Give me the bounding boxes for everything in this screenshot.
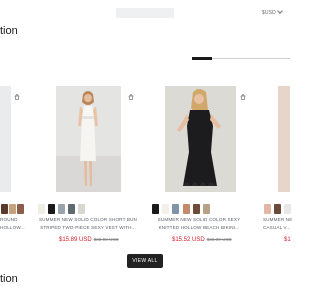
sale-price: $15.89 USD	[59, 237, 92, 243]
carousel-progress-indicator[interactable]	[192, 57, 212, 60]
color-swatch[interactable]	[48, 204, 55, 214]
product-price: $15.52 USD $33.98 USD	[172, 237, 232, 243]
color-swatch[interactable]	[172, 204, 179, 214]
color-swatches	[262, 204, 292, 215]
color-swatch[interactable]	[1, 204, 8, 214]
color-swatch[interactable]	[203, 204, 210, 214]
section-title: tion	[0, 25, 18, 37]
color-swatch[interactable]	[68, 204, 75, 214]
color-swatch[interactable]	[183, 204, 190, 214]
shopping-bag-icon[interactable]	[240, 94, 246, 100]
view-all-button[interactable]: VIEW ALL	[127, 254, 163, 268]
color-swatch[interactable]	[152, 204, 159, 214]
color-swatches	[150, 204, 212, 215]
model-photo	[165, 86, 236, 192]
color-swatch[interactable]	[264, 204, 271, 214]
product-name[interactable]: SUMMER NE CASUAL V...	[263, 216, 320, 232]
product-image[interactable]	[0, 86, 11, 192]
product-price: $15.89 USD $33.98 USD	[59, 237, 119, 243]
color-swatch[interactable]	[274, 204, 281, 214]
color-swatch[interactable]	[9, 204, 16, 214]
original-price: $33.98 USD	[93, 237, 119, 242]
currency-selector[interactable]: $USD	[261, 8, 283, 16]
product-image[interactable]	[56, 86, 121, 192]
product-image[interactable]	[165, 86, 236, 192]
currency-label: $USD	[261, 10, 276, 16]
product-name[interactable]: ROUND HOLLOW...	[0, 216, 32, 232]
product-name[interactable]: SUMMER NEW SOLID COLOR SHORT BUN STRIPED…	[33, 216, 143, 232]
color-swatches	[0, 204, 24, 215]
shopping-bag-icon[interactable]	[14, 94, 20, 100]
color-swatch[interactable]	[284, 204, 291, 214]
store-logo[interactable]	[116, 8, 174, 18]
color-swatch[interactable]	[193, 204, 200, 214]
color-swatch[interactable]	[17, 204, 24, 214]
sale-price: $1	[284, 237, 291, 243]
product-name[interactable]: SUMMER NEW SOLID COLOR SEXY KNITTED HOLL…	[145, 216, 253, 232]
color-swatch[interactable]	[78, 204, 85, 214]
color-swatch[interactable]	[162, 204, 169, 214]
product-image[interactable]	[278, 86, 290, 192]
section-title: tion	[0, 273, 18, 285]
original-price: $33.98 USD	[206, 237, 232, 242]
model-photo	[56, 86, 121, 192]
chevron-down-icon	[277, 8, 283, 14]
product-price: $1	[284, 237, 291, 243]
sale-price: $15.52 USD	[172, 237, 205, 243]
color-swatches	[36, 204, 86, 215]
shopping-bag-icon[interactable]	[128, 94, 134, 100]
color-swatch[interactable]	[58, 204, 65, 214]
color-swatch[interactable]	[38, 204, 45, 214]
